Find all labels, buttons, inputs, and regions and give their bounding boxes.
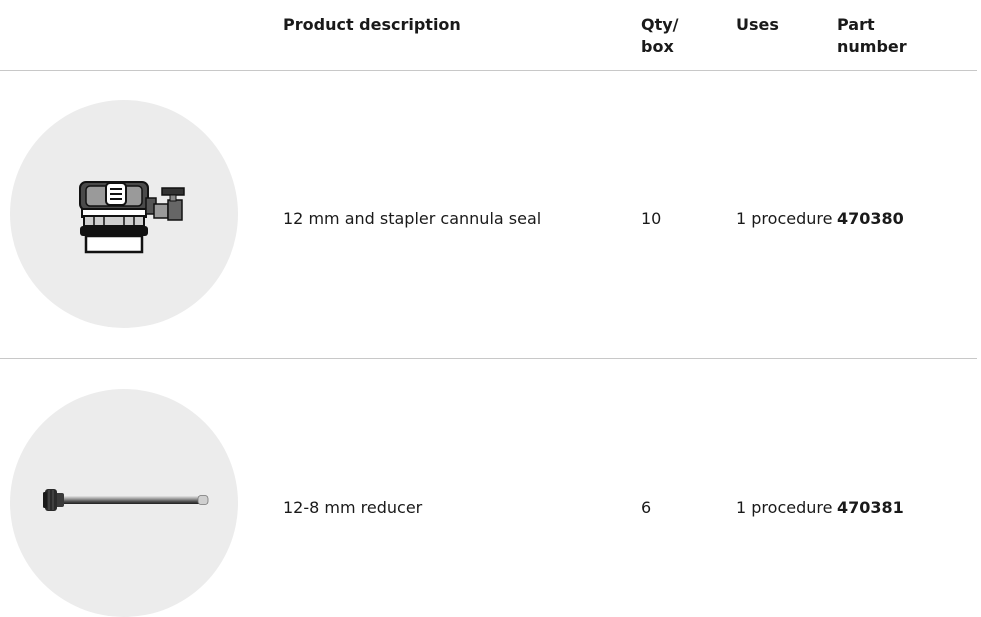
uses: 1 procedure — [736, 498, 833, 517]
divider — [0, 358, 977, 359]
header-qty-per-box: Qty/ box — [641, 15, 679, 56]
cannula-seal-image — [79, 181, 185, 254]
header-uses: Uses — [736, 15, 779, 34]
uses: 1 procedure — [736, 209, 833, 228]
header-part-number: Part number — [837, 15, 907, 56]
product-description: 12-8 mm reducer — [283, 498, 423, 517]
reducer-image — [43, 489, 209, 511]
part-number: 470380 — [837, 209, 904, 228]
qty-per-box: 6 — [641, 498, 652, 517]
divider — [0, 70, 977, 71]
product-description: 12 mm and stapler cannula seal — [283, 209, 542, 228]
qty-per-box: 10 — [641, 209, 662, 228]
part-number: 470381 — [837, 498, 904, 517]
header-product-description: Product description — [283, 15, 461, 34]
